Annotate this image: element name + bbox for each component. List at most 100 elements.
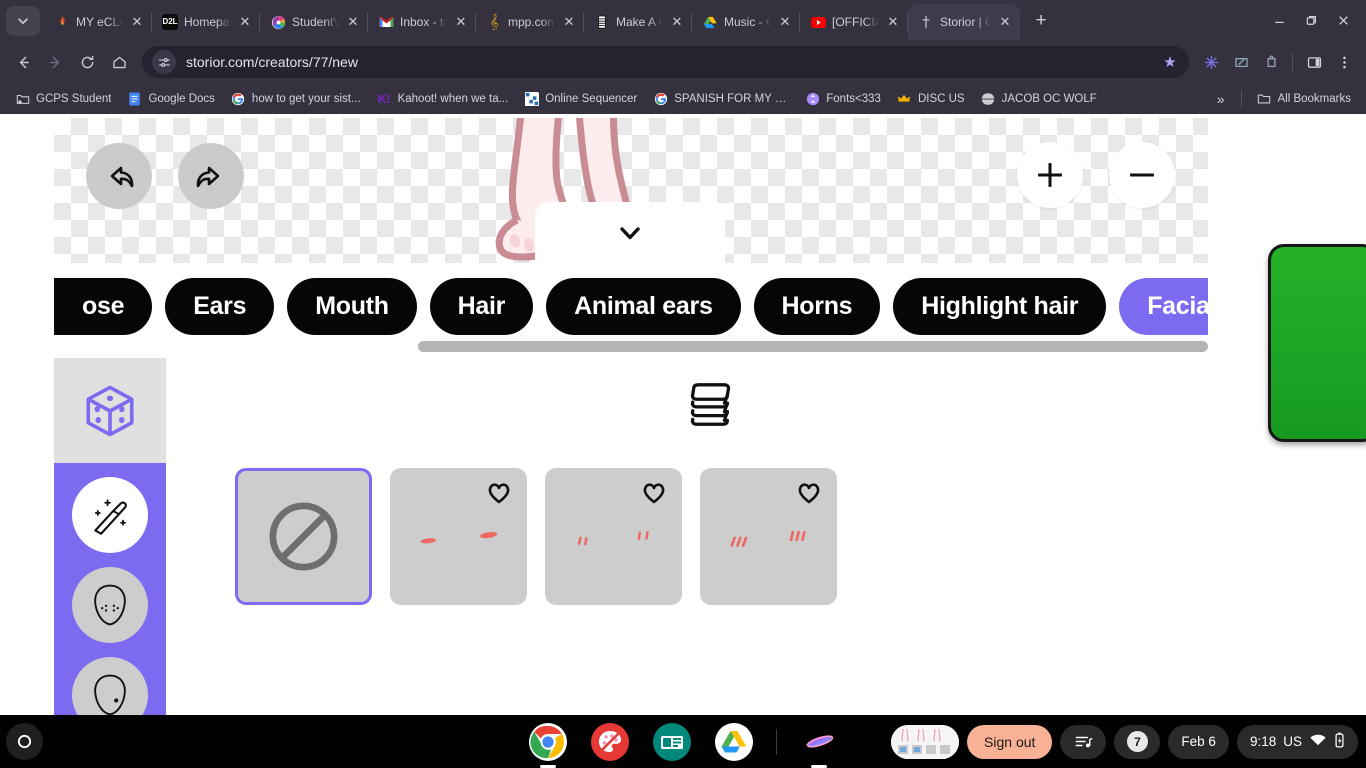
bookmark-item[interactable]: SPANISH FOR MY P... bbox=[646, 89, 796, 110]
bookmark-item[interactable]: GCPS Student bbox=[8, 89, 118, 110]
back-arrow-icon[interactable] bbox=[8, 47, 38, 77]
d2l-icon: D2L bbox=[162, 14, 178, 30]
tab-title: [OFFICIAL bbox=[832, 15, 879, 29]
folder-settings-icon bbox=[15, 92, 30, 107]
notification-count: 7 bbox=[1126, 731, 1148, 752]
status-area[interactable]: 9:18 US bbox=[1236, 724, 1358, 759]
tab-close-button[interactable]: ✕ bbox=[997, 14, 1013, 30]
category-pill-facial-detail[interactable]: Facial detail bbox=[1119, 277, 1208, 335]
green-side-panel[interactable] bbox=[1268, 244, 1366, 442]
bookmark-item[interactable]: JACOB OC WOLF bbox=[974, 89, 1104, 110]
swatch-blush-lines-three[interactable] bbox=[700, 468, 837, 605]
tab-close-button[interactable]: ✕ bbox=[777, 14, 793, 30]
minimize-icon[interactable] bbox=[1264, 6, 1294, 34]
browser-tab-active[interactable]: Storior | Cr ✕ bbox=[908, 4, 1020, 40]
swatch-blush-lines-two[interactable] bbox=[545, 468, 682, 605]
extensions-icon[interactable] bbox=[1257, 48, 1285, 76]
shelf-app-news[interactable] bbox=[652, 722, 692, 762]
home-icon[interactable] bbox=[104, 47, 134, 77]
window-preview-thumbnail[interactable] bbox=[891, 724, 960, 759]
puzzle-star-icon[interactable] bbox=[1197, 48, 1225, 76]
randomize-button[interactable] bbox=[54, 358, 166, 463]
tab-search-dropdown[interactable] bbox=[6, 6, 40, 36]
shelf-app-chrome[interactable] bbox=[528, 722, 568, 762]
swatch-blush-small[interactable] bbox=[390, 468, 527, 605]
browser-tab[interactable]: StudentVUE ✕ bbox=[260, 4, 368, 40]
category-pill-ears[interactable]: Ears bbox=[165, 277, 275, 335]
youtube-icon bbox=[810, 14, 826, 30]
browser-tab[interactable]: 𝄞 mpp.comm ✕ bbox=[476, 4, 584, 40]
star-icon[interactable]: ★ bbox=[1157, 53, 1183, 71]
browser-tab[interactable]: Make A OC ✕ bbox=[584, 4, 692, 40]
playlist-music-icon bbox=[1075, 736, 1093, 748]
layers-stack-icon[interactable] bbox=[685, 378, 737, 432]
tool-button-face-mole[interactable] bbox=[72, 657, 148, 715]
google-icon bbox=[653, 92, 668, 107]
bookmark-item[interactable]: Google Docs bbox=[120, 89, 221, 110]
tab-title: Inbox - tati bbox=[400, 15, 447, 29]
bookmark-item[interactable]: Online Sequencer bbox=[517, 89, 644, 110]
category-pill-horns[interactable]: Horns bbox=[753, 277, 881, 335]
category-pill-hair[interactable]: Hair bbox=[429, 277, 534, 335]
address-bar[interactable]: storior.com/creators/77/new ★ bbox=[142, 46, 1189, 78]
swatch-none[interactable] bbox=[235, 468, 372, 605]
new-tab-button[interactable]: + bbox=[1026, 6, 1056, 36]
tab-close-button[interactable]: ✕ bbox=[345, 14, 361, 30]
character-canvas[interactable] bbox=[54, 118, 1208, 263]
browser-tab[interactable]: Music - Go ✕ bbox=[692, 4, 800, 40]
browser-tab[interactable]: D2L Homepage ✕ bbox=[152, 4, 260, 40]
sign-out-button[interactable]: Sign out bbox=[967, 724, 1053, 759]
category-pill-highlight-hair[interactable]: Highlight hair bbox=[893, 277, 1107, 335]
shelf-app-paint-palette[interactable] bbox=[590, 722, 630, 762]
calendar-date[interactable]: Feb 6 bbox=[1168, 724, 1229, 759]
browser-tab[interactable]: MY eCLASS ✕ bbox=[44, 4, 152, 40]
tab-close-button[interactable]: ✕ bbox=[129, 14, 145, 30]
shelf-app-google-drive[interactable] bbox=[714, 722, 754, 762]
bookmark-item[interactable]: how to get your sist... bbox=[224, 89, 368, 110]
tab-close-button[interactable]: ✕ bbox=[885, 14, 901, 30]
category-pill-nose[interactable]: ose bbox=[54, 277, 153, 335]
side-panel-icon[interactable] bbox=[1300, 48, 1328, 76]
category-scrollbar[interactable] bbox=[418, 341, 1208, 352]
zoom-in-button[interactable] bbox=[1017, 142, 1083, 208]
zoom-out-button[interactable] bbox=[1109, 142, 1175, 208]
canvas-collapse-button[interactable] bbox=[535, 202, 725, 263]
tab-close-button[interactable]: ✕ bbox=[453, 14, 469, 30]
bookmark-label: Fonts<333 bbox=[826, 93, 881, 105]
tab-close-button[interactable]: ✕ bbox=[237, 14, 253, 30]
crown-icon bbox=[897, 92, 912, 107]
category-pill-row[interactable]: ose Ears Mouth Hair Animal ears Horns Hi… bbox=[54, 263, 1208, 349]
browser-tab[interactable]: Inbox - tati ✕ bbox=[368, 4, 476, 40]
site-settings-icon[interactable] bbox=[152, 50, 176, 74]
tool-button-face-freckles[interactable] bbox=[72, 567, 148, 643]
undo-button[interactable] bbox=[86, 143, 152, 209]
no-selection-icon bbox=[269, 502, 338, 571]
minus-icon bbox=[1130, 173, 1154, 177]
category-pill-mouth[interactable]: Mouth bbox=[287, 277, 417, 335]
close-icon[interactable] bbox=[1328, 6, 1358, 34]
bookmark-item[interactable]: K! Kahoot! when we ta... bbox=[370, 89, 516, 110]
screen-cast-icon[interactable] bbox=[1227, 48, 1255, 76]
face-mole-icon bbox=[94, 674, 126, 715]
tab-close-button[interactable]: ✕ bbox=[669, 14, 685, 30]
three-dot-menu-icon[interactable] bbox=[1330, 48, 1358, 76]
tab-title: Music - Go bbox=[724, 15, 771, 29]
restore-icon[interactable] bbox=[1296, 6, 1326, 34]
shelf-app-galaxy[interactable] bbox=[799, 722, 839, 762]
dice-icon bbox=[86, 385, 134, 436]
all-bookmarks-button[interactable]: All Bookmarks bbox=[1250, 89, 1359, 110]
tab-close-button[interactable]: ✕ bbox=[561, 14, 577, 30]
bookmark-item[interactable]: Fonts<333 bbox=[798, 89, 888, 110]
bookmark-label: Online Sequencer bbox=[545, 93, 638, 105]
category-pill-animal-ears[interactable]: Animal ears bbox=[546, 277, 741, 335]
forward-arrow-icon[interactable] bbox=[40, 47, 70, 77]
bookmark-item[interactable]: DISC US bbox=[890, 89, 972, 110]
redo-button[interactable] bbox=[178, 143, 244, 209]
bookmarks-overflow-button[interactable]: » bbox=[1209, 91, 1233, 107]
all-bookmarks-label: All Bookmarks bbox=[1277, 93, 1352, 105]
media-controls-button[interactable] bbox=[1060, 724, 1107, 759]
tool-button-magic-wand[interactable] bbox=[72, 477, 148, 553]
browser-tab[interactable]: [OFFICIAL ✕ bbox=[800, 4, 908, 40]
reload-icon[interactable] bbox=[72, 47, 102, 77]
notification-counter[interactable]: 7 bbox=[1114, 724, 1161, 759]
